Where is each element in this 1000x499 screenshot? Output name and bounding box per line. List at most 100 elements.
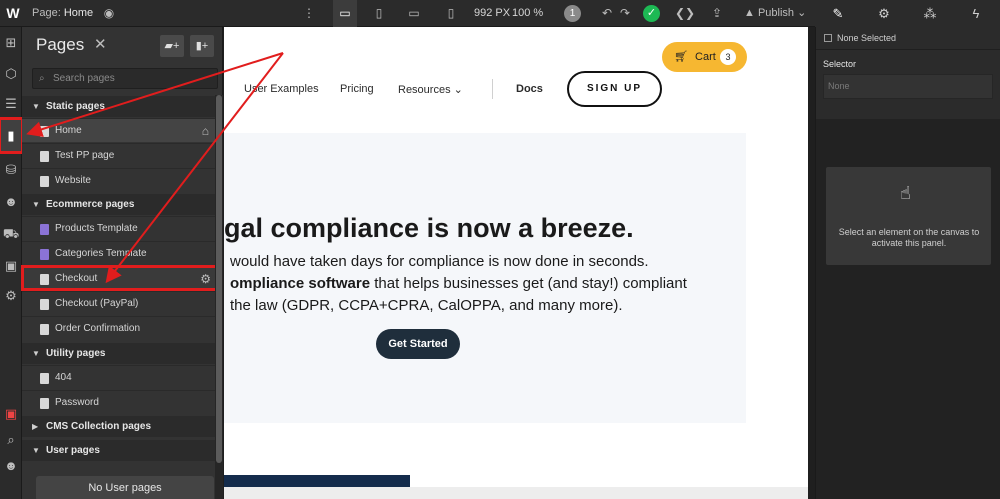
section-static-pages[interactable]: ▼ Static pages — [22, 96, 215, 117]
desktop-device-icon[interactable]: ▭ — [333, 0, 357, 27]
lightning-icon[interactable]: ϟ — [953, 0, 999, 27]
cart-label: Cart — [695, 51, 716, 63]
notification-badge[interactable]: 1 — [564, 5, 581, 22]
code-icon[interactable]: ❮❯ — [674, 0, 696, 27]
webflow-logo-icon[interactable]: W — [4, 0, 22, 27]
add-page-button[interactable]: ▮+ — [190, 35, 214, 57]
navigator-icon[interactable]: ☰ — [0, 93, 22, 115]
pages-icon[interactable]: ▮ — [0, 117, 24, 154]
collaborators-icon[interactable]: ☻ — [0, 455, 22, 477]
hero-section[interactable]: gal compliance is now a breeze. would ha… — [224, 133, 746, 423]
hero-line-2: ompliance software that helps businesses… — [230, 275, 687, 292]
brush-icon[interactable]: ✎ — [815, 0, 861, 27]
ecommerce-cart-icon[interactable]: ⛟ — [0, 223, 22, 245]
tablet-device-icon[interactable]: ▭ — [403, 0, 425, 27]
page-breadcrumb[interactable]: Page: Home — [32, 0, 93, 27]
symbols-cube-icon[interactable]: ⬡ — [0, 63, 22, 85]
template-page-icon — [40, 224, 49, 235]
home-icon: ⌂ — [201, 124, 209, 138]
search-pages-input[interactable]: ⌕ Search pages — [32, 68, 218, 89]
signup-button[interactable]: SIGN UP — [567, 71, 662, 107]
nav-user-examples[interactable]: User Examples — [244, 83, 319, 95]
hero-line-1: would have taken days for compliance is … — [230, 253, 649, 270]
none-selected-toggle[interactable]: None Selected — [824, 33, 896, 43]
nav-divider — [492, 79, 493, 99]
more-options-icon[interactable]: ⋮ — [298, 0, 320, 27]
page-item-checkout-paypal[interactable]: Checkout (PayPal) — [22, 291, 215, 315]
section-utility-pages[interactable]: ▼ Utility pages — [22, 343, 215, 364]
users-icon[interactable]: ☻ — [0, 191, 22, 213]
redo-icon[interactable]: ↷ — [614, 0, 636, 27]
page-item-label: Test PP page — [55, 150, 115, 161]
page-icon — [40, 324, 49, 335]
search-icon[interactable]: ⌕ — [0, 429, 22, 451]
design-canvas[interactable]: 🛒︎ Cart 3 User Examples Pricing Resource… — [224, 27, 808, 487]
page-item-label: Checkout — [55, 273, 98, 284]
caret-down-icon: ▼ — [32, 446, 40, 455]
template-page-icon — [40, 249, 49, 260]
style-panel: None Selected Selector None ☝ Select an … — [815, 27, 1000, 499]
page-prefix-label: Page: — [32, 7, 61, 19]
nav-pricing[interactable]: Pricing — [340, 83, 374, 95]
eye-icon[interactable]: ◉ — [98, 0, 120, 27]
page-item-label: 404 — [55, 372, 72, 383]
section-label: Ecommerce pages — [46, 199, 135, 210]
hero-line-2-bold: ompliance software — [230, 275, 371, 292]
section-user-pages[interactable]: ▼ User pages — [22, 440, 215, 461]
empty-selection-card: ☝ Select an element on the canvas to act… — [826, 167, 991, 265]
canvas-width-readout: 992 PX — [474, 7, 511, 19]
page-item-website[interactable]: Website — [22, 168, 215, 192]
pages-scrollbar[interactable] — [215, 95, 223, 499]
section-ecommerce-pages[interactable]: ▼ Ecommerce pages — [22, 194, 215, 215]
selector-input[interactable]: None — [823, 74, 993, 99]
get-started-button[interactable]: Get Started — [376, 329, 460, 359]
caret-right-icon: ▶ — [32, 422, 39, 431]
publish-button[interactable]: ▲ Publish ⌄ — [744, 0, 806, 27]
no-user-pages-button[interactable]: No User pages — [36, 476, 214, 499]
selector-label: Selector — [823, 59, 857, 69]
cart-count-badge: 3 — [720, 49, 736, 65]
page-item-products-template[interactable]: Products Template — [22, 216, 215, 240]
empty-selection-text: Select an element on the canvas to activ… — [838, 227, 980, 248]
gear-icon[interactable]: ⚙ — [861, 0, 907, 27]
page-item-test-pp-page[interactable]: Test PP page — [22, 143, 215, 167]
page-item-404[interactable]: 404 — [22, 365, 215, 389]
section-label: Static pages — [46, 101, 105, 112]
page-icon — [40, 373, 49, 384]
chevron-down-icon: ⌄ — [453, 84, 463, 96]
nav-resources[interactable]: Resources ⌄ — [398, 83, 463, 96]
page-item-label: Password — [55, 397, 99, 408]
page-item-password[interactable]: Password — [22, 390, 215, 414]
page-settings-gear-icon[interactable]: ⚙ — [200, 267, 211, 291]
page-icon — [40, 398, 49, 409]
laptop-device-icon[interactable]: ▯ — [368, 0, 390, 27]
nav-resources-label: Resources — [398, 84, 451, 96]
scrollbar-thumb[interactable] — [216, 95, 222, 463]
cart-icon: 🛒︎ — [674, 51, 688, 63]
mobile-device-icon[interactable]: ▯ — [440, 0, 462, 27]
section-cms-collection-pages[interactable]: ▶ CMS Collection pages — [22, 416, 215, 437]
export-icon[interactable]: ⇪ — [706, 0, 728, 27]
page-item-categories-template[interactable]: Categories Template — [22, 241, 215, 265]
style-panel-body: ☝ Select an element on the canvas to act… — [816, 119, 1000, 499]
close-icon[interactable]: ✕ — [94, 35, 107, 53]
none-selected-label: None Selected — [837, 33, 897, 43]
cart-button[interactable]: 🛒︎ Cart 3 — [662, 42, 747, 72]
drops-icon[interactable]: ⁂ — [907, 0, 953, 27]
page-item-label: Website — [55, 175, 91, 186]
nav-docs[interactable]: Docs — [516, 83, 543, 95]
add-panel-icon[interactable]: ⊞ — [0, 32, 22, 54]
page-item-home[interactable]: Home ⌂ — [22, 118, 215, 142]
search-placeholder: Search pages — [53, 73, 115, 84]
publish-label: Publish — [757, 7, 795, 19]
left-tool-rail: ⊞ ⬡ ☰ ▮ ⛁ ☻ ⛟ ▣ ⚙ ▣ ⌕ ☻ — [0, 27, 24, 499]
assets-images-icon[interactable]: ▣ — [0, 255, 22, 277]
page-item-checkout[interactable]: Checkout ⚙ — [21, 265, 218, 291]
cms-database-icon[interactable]: ⛁ — [0, 159, 22, 181]
settings-gear-icon[interactable]: ⚙ — [0, 285, 22, 307]
page-item-order-confirmation[interactable]: Order Confirmation — [22, 316, 215, 340]
current-page-name: Home — [63, 7, 94, 19]
checkbox-icon — [824, 34, 832, 42]
record-icon[interactable]: ▣ — [0, 403, 22, 425]
add-folder-button[interactable]: ▰+ — [160, 35, 184, 57]
